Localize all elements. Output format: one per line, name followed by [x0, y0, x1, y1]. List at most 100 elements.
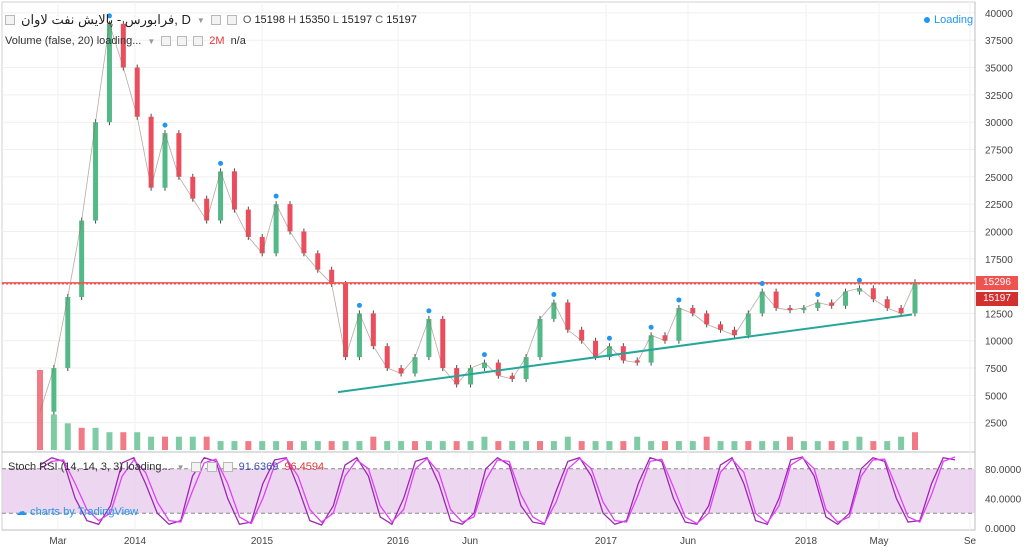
- volume-bar: [620, 441, 627, 450]
- close-icon[interactable]: [222, 462, 233, 472]
- x-tick-label: 2016: [387, 536, 410, 547]
- y-tick-label: 35000: [985, 64, 1013, 75]
- volume-bar: [273, 441, 280, 450]
- x-tick-label: 2015: [251, 536, 274, 547]
- volume-bar: [800, 441, 807, 450]
- volume-bar: [606, 441, 613, 450]
- loading-dot-icon: [924, 17, 930, 23]
- stoch-y-tick-label: 0.0000: [985, 524, 1016, 535]
- volume-na: n/a: [230, 35, 246, 47]
- eye-icon[interactable]: [210, 15, 221, 25]
- volume-bar: [370, 436, 377, 450]
- tradingview-watermark[interactable]: ☁ charts by TradingView: [16, 505, 138, 518]
- y-tick-label: 10000: [985, 337, 1013, 348]
- y-tick-label: 40000: [985, 9, 1013, 20]
- settings-icon[interactable]: [226, 15, 237, 25]
- volume-bar: [217, 441, 224, 450]
- signal-marker: [356, 302, 362, 308]
- volume-bar: [384, 441, 391, 450]
- stoch-legend: Stoch RSI (14, 14, 3, 3) loading... ▼ 91…: [8, 461, 324, 473]
- chevron-down-icon[interactable]: ▼: [197, 16, 205, 25]
- loading-text: Loading: [934, 14, 974, 26]
- y-tick-label: 7500: [985, 364, 1008, 375]
- signal-marker: [676, 297, 682, 303]
- volume-bar: [648, 441, 655, 450]
- volume-bar: [398, 441, 405, 450]
- volume-bar: [550, 441, 557, 450]
- volume-bar: [912, 432, 918, 450]
- volume-bar: [453, 441, 460, 450]
- signal-marker: [481, 352, 487, 358]
- y-tick-label: 30000: [985, 118, 1013, 129]
- y-tick-label: 37500: [985, 36, 1013, 47]
- plot-frame: [1, 1, 976, 531]
- volume-bar: [148, 436, 155, 450]
- loading-indicator: Loading: [924, 14, 973, 26]
- volume-bar: [481, 436, 488, 450]
- volume-bar: [162, 436, 168, 450]
- y-tick-label: 22500: [985, 200, 1013, 211]
- y-tick-label: 5000: [985, 391, 1008, 402]
- signal-marker: [273, 193, 279, 199]
- stoch-k-value: 91.6369: [238, 461, 279, 473]
- x-tick-label: Mar: [49, 536, 67, 547]
- x-tick-label: Jun: [680, 536, 696, 547]
- high-value: 15350: [299, 14, 330, 26]
- volume-bar: [231, 441, 238, 450]
- eye-icon[interactable]: [161, 36, 172, 46]
- low-label: L: [332, 14, 339, 26]
- volume-bar: [175, 436, 182, 450]
- eye-icon[interactable]: [190, 462, 201, 472]
- volume-bar: [898, 436, 905, 450]
- high-label: H: [288, 14, 297, 26]
- open-label: O: [242, 14, 252, 26]
- settings-icon[interactable]: [206, 462, 217, 472]
- settings-icon[interactable]: [177, 36, 188, 46]
- signal-marker: [815, 291, 821, 297]
- close-icon[interactable]: [193, 36, 204, 46]
- volume-bar: [717, 441, 724, 450]
- volume-bar: [884, 441, 891, 450]
- volume-bar: [412, 441, 418, 450]
- x-tick-label: 2018: [795, 536, 818, 547]
- volume-bar: [537, 441, 543, 450]
- volume-bar: [134, 432, 141, 450]
- low-value: 15197: [341, 14, 373, 26]
- signal-marker: [218, 160, 224, 166]
- x-tick-label: 2014: [124, 536, 147, 547]
- volume-bar: [689, 441, 696, 450]
- symbol-title[interactable]: فرابورس - پالایش نفت لاوان, D: [21, 12, 191, 28]
- y-tick-label: 2500: [985, 419, 1008, 430]
- volume-bar: [64, 423, 71, 450]
- stoch-y-tick-label: 80.0000: [985, 465, 1022, 476]
- volume-bar: [92, 427, 99, 450]
- x-tick-label: Se: [964, 536, 977, 547]
- volume-bar: [842, 441, 849, 450]
- volume-bar: [564, 436, 571, 450]
- chevron-down-icon[interactable]: ▼: [147, 37, 155, 46]
- volume-bar: [467, 441, 474, 450]
- volume-bar: [773, 441, 780, 450]
- y-tick-label: 20000: [985, 227, 1013, 238]
- stoch-label[interactable]: Stoch RSI (14, 14, 3, 3) loading...: [8, 461, 171, 473]
- chevron-down-icon[interactable]: ▼: [177, 463, 185, 472]
- volume-bar: [814, 441, 821, 450]
- volume-label[interactable]: Volume (false, 20) loading...: [5, 35, 141, 47]
- signal-marker: [606, 335, 612, 341]
- signal-marker: [856, 277, 862, 283]
- cloud-icon: ☁: [16, 506, 27, 518]
- volume-bar: [592, 441, 599, 450]
- volume-bar: [189, 436, 196, 450]
- volume-value: 2M: [209, 35, 225, 47]
- volume-bar: [509, 441, 516, 450]
- collapse-icon[interactable]: [5, 15, 15, 25]
- stoch-y-tick-label: 40.0000: [985, 494, 1022, 505]
- y-tick-label: 12500: [985, 309, 1013, 320]
- y-tick-label: 27500: [985, 146, 1013, 157]
- volume-bar: [287, 441, 293, 450]
- signal-marker: [162, 122, 168, 128]
- volume-bar: [634, 436, 641, 450]
- volume-bar: [37, 370, 43, 450]
- volume-bar: [662, 441, 668, 450]
- volume-bar: [120, 432, 127, 450]
